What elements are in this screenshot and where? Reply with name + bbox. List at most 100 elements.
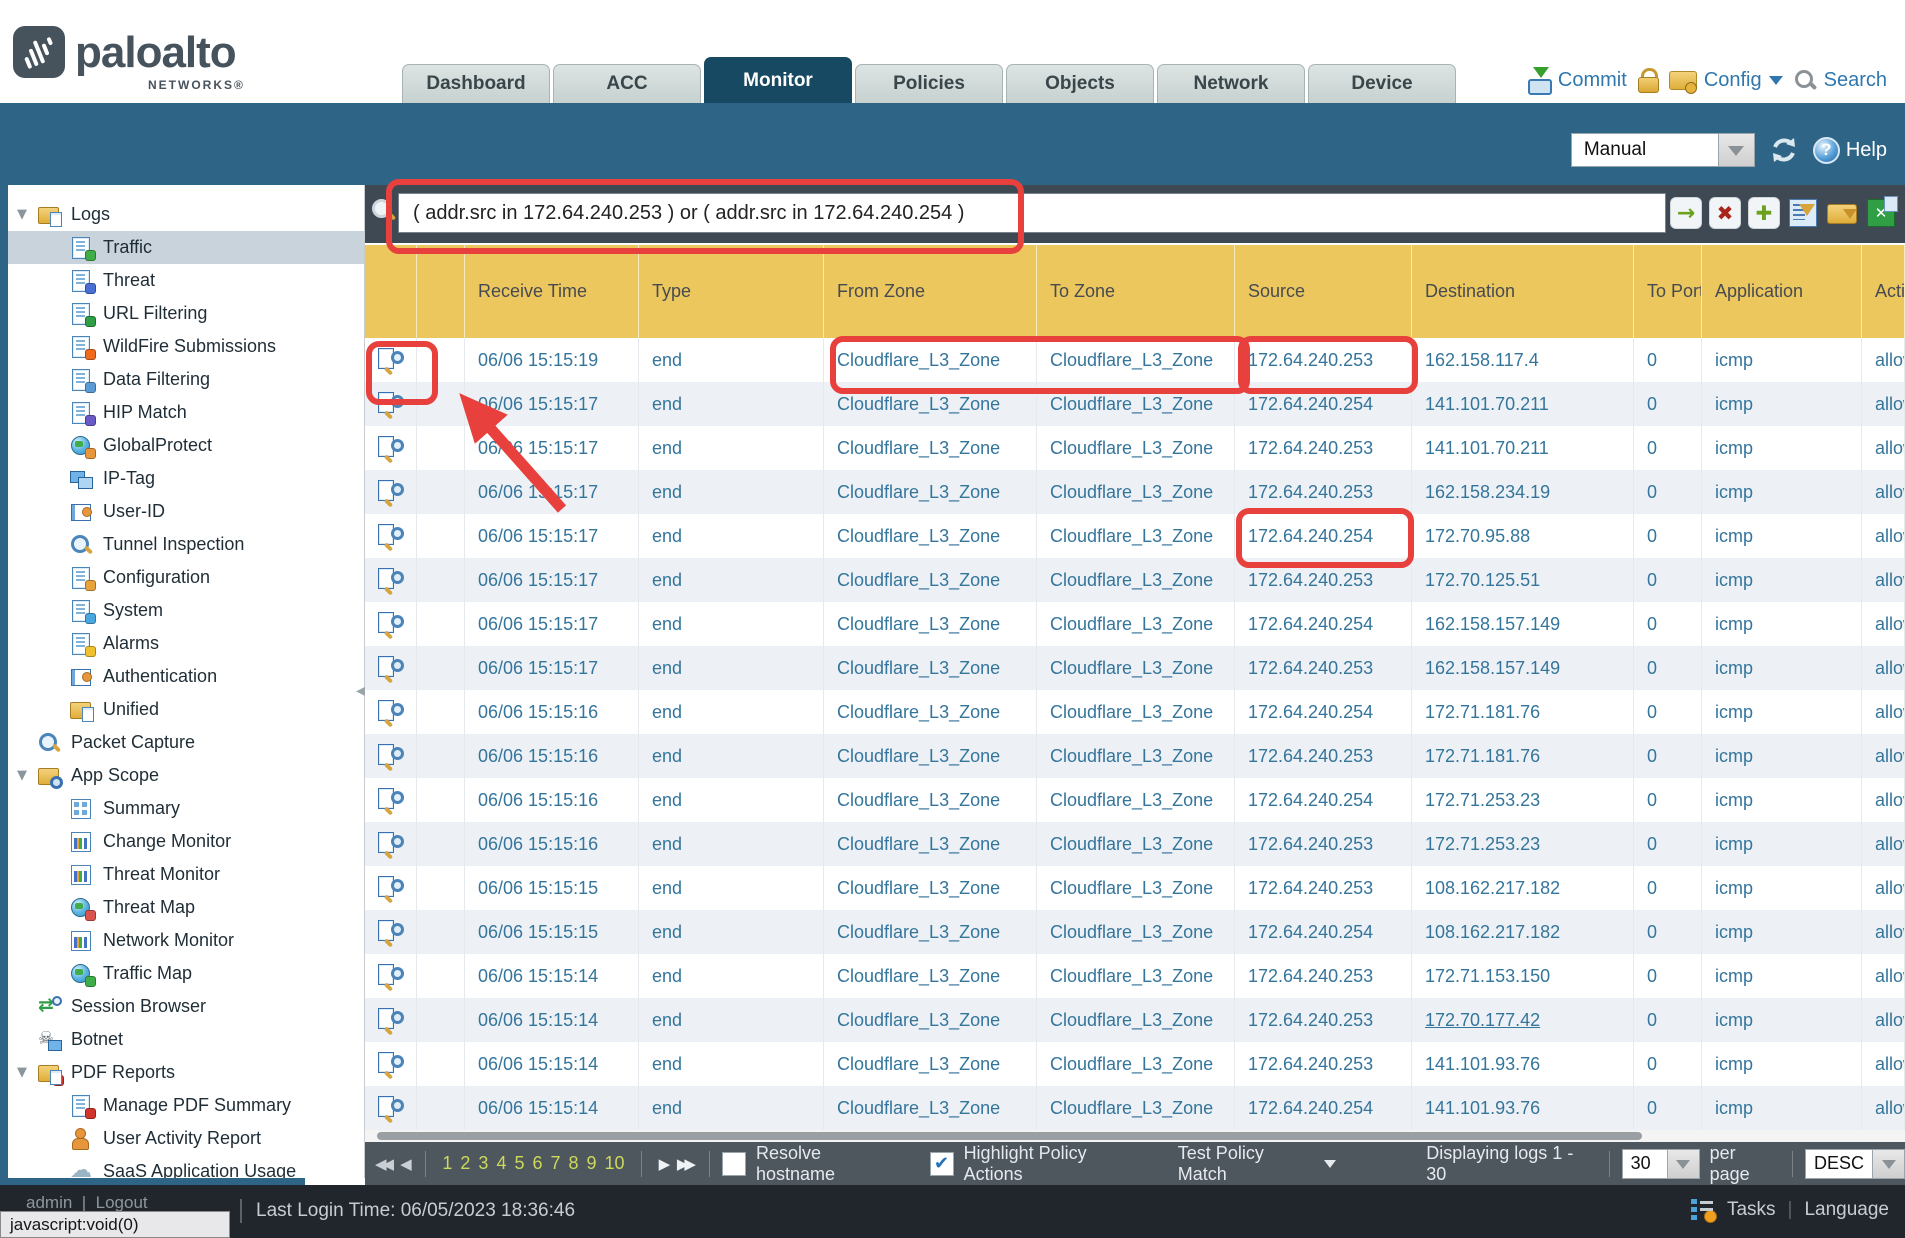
cell-action[interactable]: allow [1875,350,1905,371]
cell-application[interactable]: icmp [1715,658,1753,679]
log-row[interactable]: 06/06 15:15:17endCloudflare_L3_ZoneCloud… [365,382,1905,426]
page-number-1[interactable]: 1 [442,1153,452,1174]
log-row[interactable]: 06/06 15:15:17endCloudflare_L3_ZoneCloud… [365,602,1905,646]
cell-to_port[interactable]: 0 [1647,966,1657,987]
cell-type[interactable]: end [652,350,682,371]
cell-to_port[interactable]: 0 [1647,526,1657,547]
log-filter-input[interactable] [398,193,1666,233]
tab-objects[interactable]: Objects [1006,64,1154,103]
cell-from_zone[interactable]: Cloudflare_L3_Zone [837,526,1000,547]
cell-destination[interactable]: 141.101.93.76 [1425,1098,1540,1119]
cell-to_zone[interactable]: Cloudflare_L3_Zone [1050,350,1213,371]
next-page-icon[interactable]: ▶ [659,1155,667,1173]
cell[interactable] [365,1042,417,1086]
cell-application[interactable]: icmp [1715,878,1753,899]
cell-to_zone[interactable]: Cloudflare_L3_Zone [1050,482,1213,503]
cell-source[interactable]: 172.64.240.254 [1248,1098,1373,1119]
cell-source[interactable]: 172.64.240.254 [1248,790,1373,811]
sidebar-item-app-scope[interactable]: ▼App Scope [8,759,364,792]
cell-destination[interactable]: 172.71.253.23 [1425,790,1540,811]
log-detail-icon[interactable] [378,876,404,900]
sidebar-item-threat-map[interactable]: Threat Map [8,891,364,924]
help-button[interactable]: ? Help [1813,137,1887,164]
test-policy-match-button[interactable]: Test Policy Match [1178,1143,1336,1185]
lock-icon[interactable] [1637,67,1659,93]
cell-source[interactable]: 172.64.240.254 [1248,702,1373,723]
config-button[interactable]: Config [1669,68,1783,92]
cell-receive_time[interactable]: 06/06 15:15:16 [478,702,598,723]
sidebar-item-hip-match[interactable]: HIP Match [8,396,364,429]
cell-source[interactable]: 172.64.240.253 [1248,350,1373,371]
page-number-2[interactable]: 2 [460,1153,470,1174]
log-row[interactable]: 06/06 15:15:14endCloudflare_L3_ZoneCloud… [365,954,1905,998]
cell-action[interactable]: allow [1875,966,1905,987]
resolve-hostname-checkbox[interactable] [722,1152,746,1176]
cell-from_zone[interactable]: Cloudflare_L3_Zone [837,746,1000,767]
cell-receive_time[interactable]: 06/06 15:15:17 [478,394,598,415]
log-row[interactable]: 06/06 15:15:17endCloudflare_L3_ZoneCloud… [365,514,1905,558]
cell-to_zone[interactable]: Cloudflare_L3_Zone [1050,966,1213,987]
cell-source[interactable]: 172.64.240.253 [1248,482,1373,503]
cell-type[interactable]: end [652,922,682,943]
cell-to_port[interactable]: 0 [1647,350,1657,371]
cell-source[interactable]: 172.64.240.254 [1248,526,1373,547]
scrollbar-thumb[interactable] [377,1132,1642,1140]
sidebar-item-system[interactable]: System [8,594,364,627]
column-header-to-zone[interactable]: To Zone [1037,245,1235,338]
log-row[interactable]: 06/06 15:15:17endCloudflare_L3_ZoneCloud… [365,558,1905,602]
cell-application[interactable]: icmp [1715,394,1753,415]
sidebar-item-botnet[interactable]: Botnet [8,1023,364,1056]
sidebar-item-url-filtering[interactable]: URL Filtering [8,297,364,330]
cell-destination[interactable]: 162.158.157.149 [1425,614,1560,635]
page-number-5[interactable]: 5 [514,1153,524,1174]
cell-to_port[interactable]: 0 [1647,394,1657,415]
refresh-mode-select[interactable]: Manual [1571,133,1755,167]
highlight-policy-actions-checkbox[interactable] [930,1152,954,1176]
cell-from_zone[interactable]: Cloudflare_L3_Zone [837,438,1000,459]
cell-destination[interactable]: 172.71.253.23 [1425,834,1540,855]
cell-receive_time[interactable]: 06/06 15:15:14 [478,1054,598,1075]
sidebar-item-data-filtering[interactable]: Data Filtering [8,363,364,396]
commit-button[interactable]: Commit [1525,67,1627,93]
log-row[interactable]: 06/06 15:15:14endCloudflare_L3_ZoneCloud… [365,1042,1905,1086]
cell-action[interactable]: allow [1875,1010,1905,1031]
sidebar-item-alarms[interactable]: Alarms [8,627,364,660]
sidebar-item-user-id[interactable]: User-ID [8,495,364,528]
cell-type[interactable]: end [652,878,682,899]
cell[interactable] [365,778,417,822]
log-row[interactable]: 06/06 15:15:17endCloudflare_L3_ZoneCloud… [365,646,1905,690]
cell-source[interactable]: 172.64.240.253 [1248,966,1373,987]
cell-type[interactable]: end [652,438,682,459]
log-row[interactable]: 06/06 15:15:19endCloudflare_L3_ZoneCloud… [365,338,1905,382]
sidebar-item-packet-capture[interactable]: Packet Capture [8,726,364,759]
cell[interactable] [365,470,417,514]
page-number-6[interactable]: 6 [532,1153,542,1174]
cell-type[interactable]: end [652,1010,682,1031]
cell-to_port[interactable]: 0 [1647,1054,1657,1075]
sidebar-item-change-monitor[interactable]: Change Monitor [8,825,364,858]
cell-destination[interactable]: 172.71.153.150 [1425,966,1550,987]
log-detail-icon[interactable] [378,1052,404,1076]
log-detail-icon[interactable] [378,524,404,548]
cell-type[interactable]: end [652,1054,682,1075]
cell-to_zone[interactable]: Cloudflare_L3_Zone [1050,438,1213,459]
tab-acc[interactable]: ACC [553,64,701,103]
per-page-dropdown-button[interactable] [1668,1149,1700,1179]
cell-to_port[interactable]: 0 [1647,658,1657,679]
cell-to_port[interactable]: 0 [1647,922,1657,943]
cell-from_zone[interactable]: Cloudflare_L3_Zone [837,834,1000,855]
sidebar-item-pdf-reports[interactable]: ▼PDF Reports [8,1056,364,1089]
cell-receive_time[interactable]: 06/06 15:15:17 [478,614,598,635]
cell-source[interactable]: 172.64.240.254 [1248,922,1373,943]
cell-application[interactable]: icmp [1715,526,1753,547]
cell-receive_time[interactable]: 06/06 15:15:16 [478,834,598,855]
page-number-8[interactable]: 8 [569,1153,579,1174]
sidebar-item-wildfire-submissions[interactable]: WildFire Submissions [8,330,364,363]
cell[interactable] [365,382,417,426]
cell-type[interactable]: end [652,482,682,503]
cell-to_port[interactable]: 0 [1647,1098,1657,1119]
cell-to_port[interactable]: 0 [1647,570,1657,591]
cell-from_zone[interactable]: Cloudflare_L3_Zone [837,1010,1000,1031]
cell-to_zone[interactable]: Cloudflare_L3_Zone [1050,658,1213,679]
cell-to_port[interactable]: 0 [1647,438,1657,459]
